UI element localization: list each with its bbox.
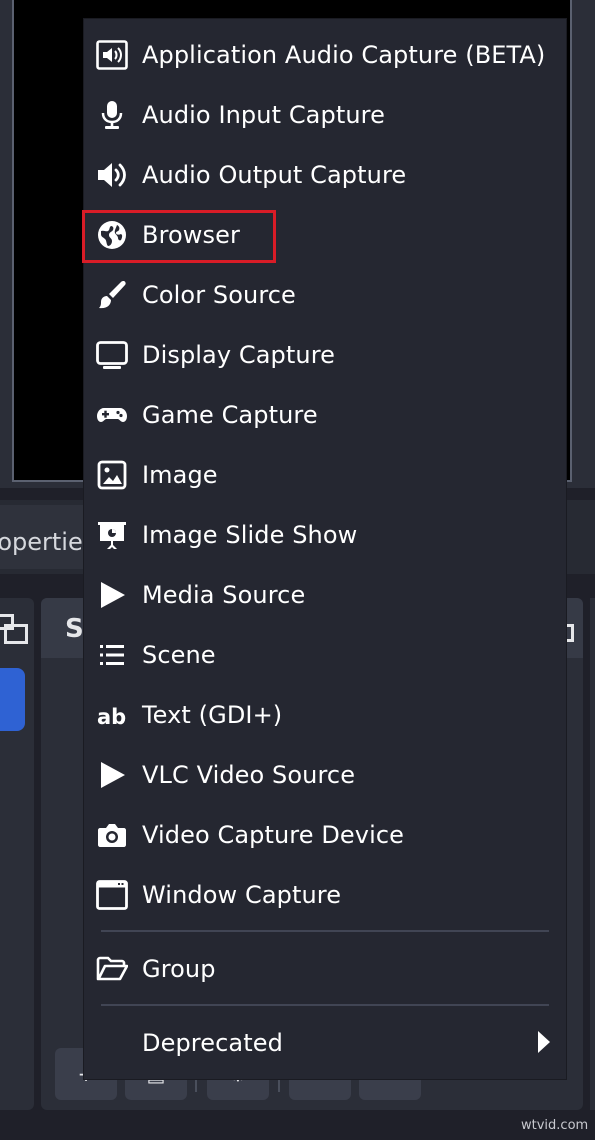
- menu-item-display-capture[interactable]: Display Capture: [84, 325, 566, 385]
- undock-icon[interactable]: [0, 614, 28, 644]
- svg-text:ab: ab: [97, 705, 126, 729]
- menu-item-browser[interactable]: Browser: [84, 205, 566, 265]
- list-icon: [96, 639, 128, 671]
- menu-item-label: Audio Input Capture: [142, 101, 385, 129]
- globe-icon: [96, 219, 128, 251]
- camera-icon: [96, 819, 128, 851]
- presentation-icon: [96, 519, 128, 551]
- menu-item-vlc-video-source[interactable]: VLC Video Source: [84, 745, 566, 805]
- menu-separator: [101, 930, 549, 932]
- menu-item-label: Display Capture: [142, 341, 336, 369]
- menu-item-label: Game Capture: [142, 401, 318, 429]
- menu-item-label: Application Audio Capture (BETA): [142, 41, 546, 69]
- menu-item-label: Window Capture: [142, 881, 342, 909]
- menu-item-label: Scene: [142, 641, 216, 669]
- menu-item-label: Image Slide Show: [142, 521, 358, 549]
- menu-item-text-gdi[interactable]: ab Text (GDI+): [84, 685, 566, 745]
- tab-properties-label: ropertie: [0, 528, 83, 556]
- menu-item-label: Text (GDI+): [142, 701, 283, 729]
- menu-item-image-slide-show[interactable]: Image Slide Show: [84, 505, 566, 565]
- scene-item-selected[interactable]: [0, 668, 25, 731]
- menu-item-audio-input-capture[interactable]: Audio Input Capture: [84, 85, 566, 145]
- menu-item-label: VLC Video Source: [142, 761, 356, 789]
- play-icon: [96, 759, 128, 791]
- microphone-icon: [96, 99, 128, 131]
- menu-item-scene[interactable]: Scene: [84, 625, 566, 685]
- menu-item-label: Group: [142, 955, 216, 983]
- play-icon: [96, 579, 128, 611]
- menu-item-label: Color Source: [142, 281, 296, 309]
- menu-item-label: Media Source: [142, 581, 306, 609]
- menu-item-audio-output-capture[interactable]: Audio Output Capture: [84, 145, 566, 205]
- menu-item-game-capture[interactable]: Game Capture: [84, 385, 566, 445]
- menu-item-media-source[interactable]: Media Source: [84, 565, 566, 625]
- speaker-icon: [96, 159, 128, 191]
- menu-item-label: Image: [142, 461, 218, 489]
- image-icon: [96, 459, 128, 491]
- text-ab-icon: ab: [96, 699, 128, 731]
- folder-open-icon: [96, 953, 128, 985]
- menu-item-group[interactable]: Group: [84, 939, 566, 999]
- gamepad-icon: [96, 399, 128, 431]
- menu-item-window-capture[interactable]: Window Capture: [84, 865, 566, 925]
- watermark: wtvid.com: [521, 1118, 589, 1133]
- monitor-icon: [96, 339, 128, 371]
- menu-item-label: Deprecated: [142, 1029, 283, 1057]
- menu-item-label: Video Capture Device: [142, 821, 405, 849]
- menu-item-image[interactable]: Image: [84, 445, 566, 505]
- paint-brush-icon: [96, 279, 128, 311]
- speaker-box-icon: [96, 39, 128, 71]
- next-dock-edge: [590, 598, 595, 1110]
- window-icon: [96, 879, 128, 911]
- menu-item-application-audio-capture[interactable]: Application Audio Capture (BETA): [84, 25, 566, 85]
- menu-item-video-capture-device[interactable]: Video Capture Device: [84, 805, 566, 865]
- menu-item-label: Browser: [142, 221, 240, 249]
- menu-item-color-source[interactable]: Color Source: [84, 265, 566, 325]
- menu-item-deprecated[interactable]: Deprecated: [84, 1013, 566, 1073]
- menu-separator: [101, 1004, 549, 1006]
- chevron-right-icon: [538, 1031, 550, 1053]
- menu-item-label: Audio Output Capture: [142, 161, 407, 189]
